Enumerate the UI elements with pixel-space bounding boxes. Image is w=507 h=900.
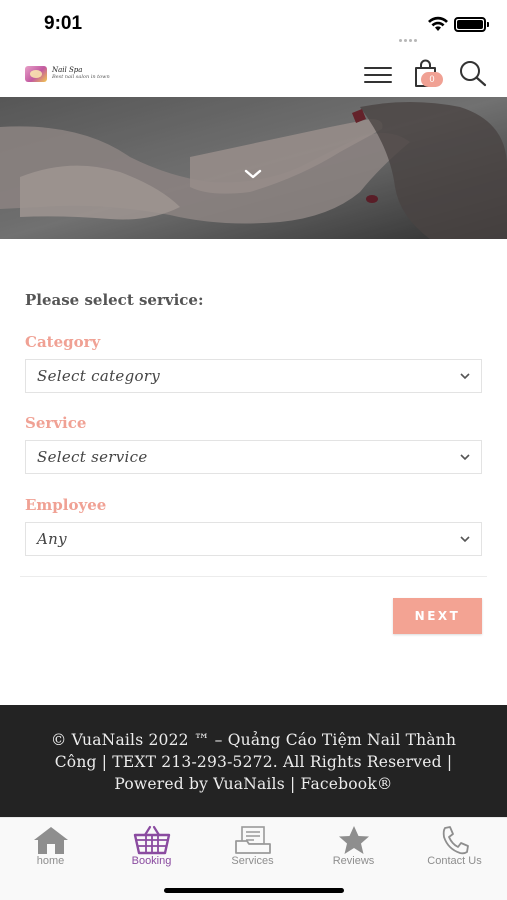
logo-line2: Best nail salon in town xyxy=(52,74,110,80)
form-divider xyxy=(20,576,487,577)
logo[interactable]: Nail Spa Best nail salon in town xyxy=(25,64,115,84)
employee-select[interactable]: Any xyxy=(25,522,482,556)
status-bar: 9:01 xyxy=(0,0,507,50)
tab-booking[interactable]: Booking xyxy=(101,818,202,878)
next-button[interactable]: NEXT xyxy=(393,598,482,634)
tab-services[interactable]: Services xyxy=(202,818,303,878)
basket-icon xyxy=(133,825,170,855)
category-select-value: Select category xyxy=(37,367,161,385)
app-header: Nail Spa Best nail salon in town 0 xyxy=(0,50,507,97)
wifi-icon xyxy=(428,16,448,31)
cart-count-badge: 0 xyxy=(421,72,443,87)
service-label: Service xyxy=(25,414,87,432)
logo-text: Nail Spa Best nail salon in town xyxy=(52,67,110,81)
category-select[interactable]: Select category xyxy=(25,359,482,393)
tab-services-label: Services xyxy=(231,855,274,867)
chevron-down-icon xyxy=(460,536,470,543)
form-title: Please select service: xyxy=(25,291,204,309)
service-select-value: Select service xyxy=(37,448,148,466)
phone-icon xyxy=(442,826,469,855)
employee-label: Employee xyxy=(25,496,107,514)
scroll-down-chevron-icon[interactable] xyxy=(244,168,262,180)
status-time: 9:01 xyxy=(44,13,83,34)
battery-icon xyxy=(454,17,489,32)
hero-banner xyxy=(0,97,507,239)
tab-contact-us-label: Contact Us xyxy=(427,855,482,867)
chevron-down-icon xyxy=(460,454,470,461)
home-icon xyxy=(33,827,68,854)
tab-home[interactable]: home xyxy=(0,818,101,878)
service-select[interactable]: Select service xyxy=(25,440,482,474)
search-icon[interactable] xyxy=(458,60,488,88)
services-icon xyxy=(234,826,271,854)
booking-form: Please select service: Category Select c… xyxy=(0,239,507,705)
tab-reviews-label: Reviews xyxy=(332,855,375,867)
logo-line1: Nail Spa xyxy=(52,66,83,74)
tab-reviews[interactable]: Reviews xyxy=(303,818,404,878)
tab-contact-us[interactable]: Contact Us xyxy=(404,818,505,878)
tab-booking-label: Booking xyxy=(131,855,172,867)
home-indicator xyxy=(164,888,344,893)
star-icon xyxy=(338,826,369,854)
tab-home-label: home xyxy=(36,855,65,867)
logo-mark-icon xyxy=(25,66,47,82)
hamburger-menu-icon[interactable] xyxy=(364,65,392,83)
footer-copyright-text: © VuaNails 2022 ™ – Quảng Cáo Tiệm Nail … xyxy=(50,731,457,793)
signal-icon xyxy=(399,27,423,42)
chevron-down-icon xyxy=(460,373,470,380)
category-label: Category xyxy=(25,333,101,351)
employee-select-value: Any xyxy=(37,530,67,548)
site-footer: © VuaNails 2022 ™ – Quảng Cáo Tiệm Nail … xyxy=(0,705,507,817)
